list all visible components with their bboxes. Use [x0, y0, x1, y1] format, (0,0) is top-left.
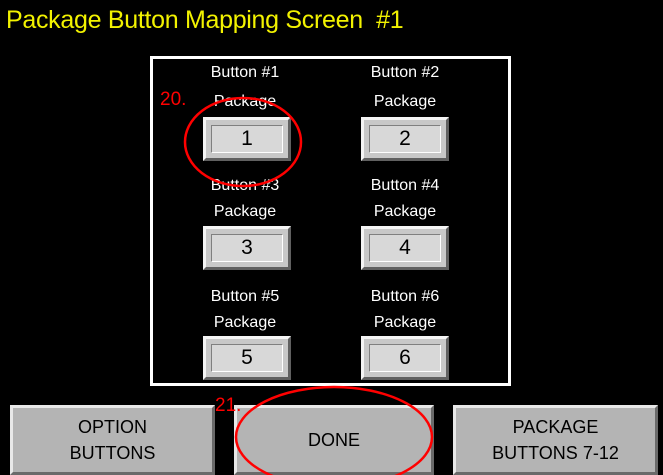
package-button-4-value: 4 [369, 234, 441, 262]
package-button-1-value: 1 [211, 125, 283, 153]
button-5-label: Button #5 [210, 288, 280, 305]
annotation-marker-20: 20. [160, 89, 187, 110]
package-button-4[interactable]: 4 [361, 226, 449, 270]
package-button-3[interactable]: 3 [203, 226, 291, 270]
option-buttons-button[interactable]: OPTION BUTTONS [10, 405, 215, 475]
done-button[interactable]: DONE [234, 405, 434, 475]
annotation-marker-21: 21. [215, 395, 242, 416]
screen-title: Package Button Mapping Screen #1 [6, 6, 404, 34]
button-4-package-label: Package [373, 203, 437, 220]
package-button-2-value: 2 [369, 125, 441, 153]
package-buttons-line1: PACKAGE [512, 417, 599, 437]
package-button-5[interactable]: 5 [203, 336, 291, 380]
button-6-package-label: Package [373, 314, 437, 331]
button-6-label: Button #6 [370, 288, 440, 305]
button-3-package-label: Package [213, 203, 277, 220]
package-button-6[interactable]: 6 [361, 336, 449, 380]
button-2-label: Button #2 [370, 64, 440, 81]
button-2-package-label: Package [373, 93, 437, 110]
button-4-label: Button #4 [370, 177, 440, 194]
package-button-6-value: 6 [369, 344, 441, 372]
button-5-package-label: Package [213, 314, 277, 331]
button-1-package-label: Package [213, 93, 277, 110]
button-1-label: Button #1 [210, 64, 280, 81]
package-button-2[interactable]: 2 [361, 117, 449, 161]
option-buttons-line1: OPTION [77, 417, 147, 437]
button-3-label: Button #3 [210, 177, 280, 194]
done-button-label: DONE [307, 430, 360, 450]
hmi-screen: Package Button Mapping Screen #1 Button … [0, 0, 663, 475]
package-button-5-value: 5 [211, 344, 283, 372]
package-button-1[interactable]: 1 [203, 117, 291, 161]
package-button-3-value: 3 [211, 234, 283, 262]
package-buttons-line2: BUTTONS 7-12 [492, 443, 619, 463]
package-buttons-7-12-button[interactable]: PACKAGE BUTTONS 7-12 [453, 405, 658, 475]
option-buttons-line2: BUTTONS [69, 443, 156, 463]
